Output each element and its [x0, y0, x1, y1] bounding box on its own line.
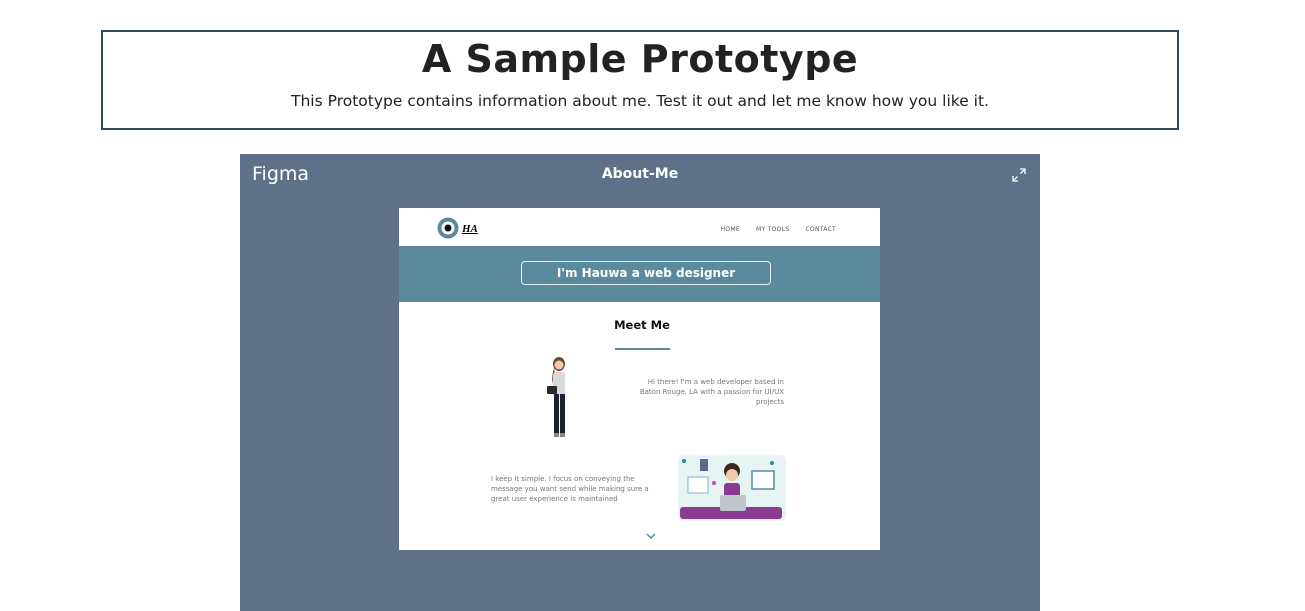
frame-title: About-Me: [601, 166, 679, 182]
woman-illustration: [539, 356, 575, 440]
logo[interactable]: [436, 216, 486, 240]
chevron-down-icon[interactable]: [645, 526, 657, 540]
desk-illustration: [678, 455, 786, 521]
intro-paragraph: Hi there! I'm a web developer based in B…: [639, 378, 784, 406]
nav-contact[interactable]: CONTACT: [805, 226, 836, 233]
nav-my-tools[interactable]: MY TOOLS: [756, 226, 789, 233]
section-title: Meet Me: [614, 318, 670, 332]
hero-banner: I'm Hauwa a web designer: [399, 246, 880, 302]
hero-button[interactable]: I'm Hauwa a web designer: [521, 261, 771, 285]
page-subtitle: This Prototype contains information abou…: [291, 92, 989, 110]
prototype-nav: HA HOME MY TOOLS CONTACT: [399, 208, 880, 246]
page-title: A Sample Prototype: [421, 37, 859, 81]
section-underline: [615, 348, 670, 350]
expand-icon[interactable]: [1010, 166, 1028, 184]
header-box: A Sample Prototype This Prototype contai…: [101, 30, 1179, 130]
approach-paragraph: I keep it simple. I focus on conveying t…: [491, 475, 649, 503]
logo-text: HA: [462, 223, 478, 235]
nav-home[interactable]: HOME: [721, 226, 740, 233]
prototype-frame[interactable]: HA HOME MY TOOLS CONTACT I'm Hauwa a web…: [399, 208, 880, 550]
figma-embed[interactable]: Figma About-Me HA HOME MY TOOLS CONTACT: [240, 154, 1040, 611]
nav-links: HOME MY TOOLS CONTACT: [721, 226, 836, 233]
